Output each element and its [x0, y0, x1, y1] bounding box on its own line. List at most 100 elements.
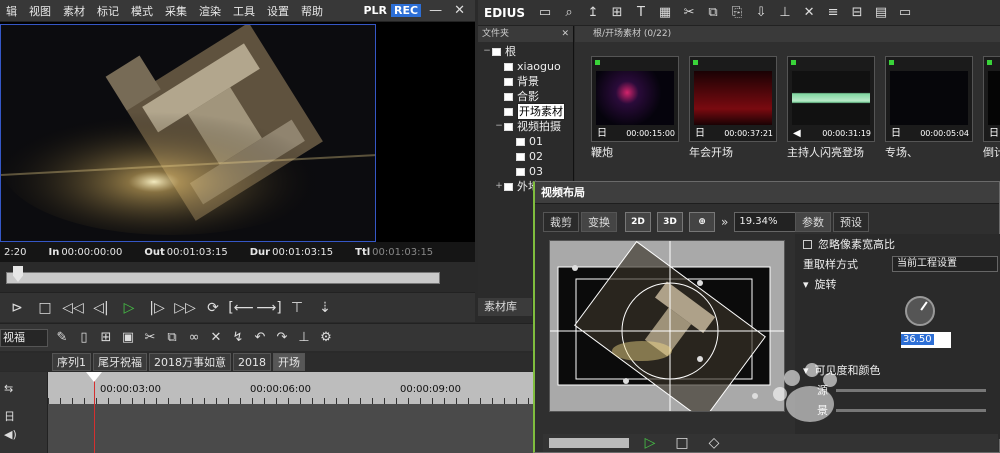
up-folder-icon[interactable]: ↥ [585, 5, 601, 20]
save-icon[interactable]: ▣ [120, 330, 136, 345]
minimize-icon[interactable]: — [425, 3, 446, 18]
view-mode-icon[interactable]: ▤ [873, 5, 889, 20]
bin-window-icon[interactable]: ▭ [897, 5, 913, 20]
bin-tab[interactable]: 素材库 [478, 298, 532, 316]
loop-button[interactable]: ⟳ [202, 297, 224, 319]
plr-label[interactable]: PLR [363, 4, 387, 17]
menu-item-6[interactable]: 渲染 [193, 3, 227, 19]
player-viewport[interactable] [0, 22, 475, 242]
step-forward-button[interactable]: |▷ [146, 297, 168, 319]
folder-item[interactable]: xiaoguo [478, 59, 573, 74]
search-icon[interactable]: ⌕ [561, 5, 577, 20]
tab-parameters[interactable]: 参数 [795, 212, 831, 232]
expand-icon[interactable]: − [494, 119, 504, 134]
view-icon[interactable]: ⊟ [849, 5, 865, 20]
open-icon[interactable]: ⊞ [98, 330, 114, 345]
menu-item-1[interactable]: 视图 [23, 3, 57, 19]
paste-icon[interactable]: ⎘ [729, 5, 745, 20]
clip-thumbnail[interactable]: 日 00:00:05:04 [885, 56, 973, 142]
zoom-select[interactable]: 19.34% [734, 212, 797, 232]
stop-button[interactable]: □ [34, 297, 56, 319]
title-icon[interactable]: T [633, 5, 649, 20]
marker-icon[interactable]: ⊳ [6, 297, 28, 319]
delete-icon[interactable]: ✕ [801, 5, 817, 20]
mode-3d-button[interactable]: 3D [657, 212, 683, 232]
folder-item[interactable]: 合影 [478, 89, 573, 104]
sequence-tab[interactable]: 开场 [273, 353, 305, 371]
clip-thumbnail[interactable]: 日 00:00:37:21 [689, 56, 777, 142]
clip-thumbnail[interactable]: 日 [983, 56, 1000, 142]
dur-timecode[interactable]: 00:01:03:15 [272, 247, 333, 258]
menu-item-2[interactable]: 素材 [57, 3, 91, 19]
sequence-tab[interactable]: 序列1 [52, 353, 91, 371]
rotation-input[interactable]: 36.50 [901, 332, 951, 348]
tab-presets[interactable]: 预设 [833, 212, 869, 232]
dialog-scrub-bar[interactable] [549, 438, 629, 448]
collapse-icon[interactable]: ▾ [803, 278, 809, 291]
marker-icon[interactable]: ⊥ [296, 330, 312, 345]
clip-thumbnail[interactable]: 日 00:00:15:00 [591, 56, 679, 142]
sequence-tab[interactable]: 2018 [233, 353, 271, 371]
dialog-stop-button[interactable]: □ [671, 432, 693, 453]
clip-name[interactable]: 主持人闪亮登场 [787, 144, 864, 160]
timeline-tracks[interactable] [48, 404, 535, 453]
mode-2d-button[interactable]: 2D [625, 212, 651, 232]
close-icon[interactable]: ✕ [561, 26, 569, 42]
copy-icon[interactable]: ⧉ [164, 330, 180, 345]
fit-icon[interactable]: ⊕ [689, 212, 715, 232]
expand-icon[interactable]: − [482, 44, 492, 59]
folder-item[interactable]: − 视频拍摄 [478, 119, 573, 134]
clip-name[interactable]: 倒计 [983, 144, 1000, 160]
menu-item-4[interactable]: 模式 [125, 3, 159, 19]
redo-icon[interactable]: ↷ [274, 330, 290, 345]
clip-name[interactable]: 专场、 [885, 144, 918, 160]
clip-thumbnail[interactable]: ◀ 00:00:31:19 [787, 56, 875, 142]
folder-icon[interactable]: ▭ [537, 5, 553, 20]
new-doc-icon[interactable]: ▯ [76, 330, 92, 345]
copy-icon[interactable]: ⧉ [705, 5, 721, 20]
insert-button[interactable]: ⊤ [286, 297, 308, 319]
undo-icon[interactable]: ↶ [252, 330, 268, 345]
add-clip-icon[interactable]: ⊞ [609, 5, 625, 20]
expand-icon[interactable]: + [494, 179, 504, 194]
add-to-timeline-icon[interactable]: ⇩ [753, 5, 769, 20]
step-back-button[interactable]: ◁| [90, 297, 112, 319]
bottom-slider[interactable] [836, 408, 986, 412]
set-in-button[interactable]: [⟵ [228, 297, 254, 319]
cut-icon[interactable]: ✂ [681, 5, 697, 20]
snap-icon[interactable]: ↯ [230, 330, 246, 345]
menu-item-9[interactable]: 帮助 [295, 3, 329, 19]
rewind-button[interactable]: ◁◁ [62, 297, 84, 319]
in-timecode[interactable]: 00:00:00:00 [61, 247, 122, 258]
folder-item[interactable]: 03 [478, 164, 573, 179]
pen-icon[interactable]: ✎ [54, 330, 70, 345]
folder-item[interactable]: 背景 [478, 74, 573, 89]
sequence-tab[interactable]: 尾牙祝福 [93, 353, 147, 371]
out-timecode[interactable]: 00:01:03:15 [167, 247, 228, 258]
sequence-tab[interactable]: 2018万事如意 [149, 353, 231, 371]
tab-transform[interactable]: 变换 [581, 212, 617, 232]
rotation-knob[interactable] [905, 296, 935, 326]
settings-icon[interactable]: ⚙ [318, 330, 334, 345]
folder-item[interactable]: 开场素材 [478, 103, 573, 120]
folder-item[interactable]: 01 [478, 134, 573, 149]
menu-item-0[interactable]: 辑 [0, 3, 23, 19]
close-icon[interactable]: ✕ [450, 3, 469, 18]
sequence-icon[interactable]: ▦ [657, 5, 673, 20]
menu-item-3[interactable]: 标记 [91, 3, 125, 19]
menu-item-5[interactable]: 采集 [159, 3, 193, 19]
properties-icon[interactable]: ≡ [825, 5, 841, 20]
audio-icon[interactable]: ◀) [4, 428, 17, 441]
scrub-bar[interactable] [6, 272, 440, 284]
dialog-keyframe-icon[interactable]: ◇ [703, 432, 725, 453]
chevron-double-icon[interactable]: » [721, 215, 728, 229]
source-slider[interactable] [836, 388, 986, 392]
fast-forward-button[interactable]: ▷▷ [174, 297, 196, 319]
clip-name[interactable]: 鞭炮 [591, 144, 613, 160]
cut-icon[interactable]: ✂ [142, 330, 158, 345]
folder-item[interactable]: − 根 [478, 44, 573, 59]
timeline-ruler[interactable]: 00:00:03:00 00:00:06:00 00:00:09:00 [48, 372, 535, 404]
link-icon[interactable]: ∞ [186, 330, 202, 345]
video-track-icon[interactable]: ⇆ [4, 382, 13, 395]
menu-item-8[interactable]: 设置 [261, 3, 295, 19]
